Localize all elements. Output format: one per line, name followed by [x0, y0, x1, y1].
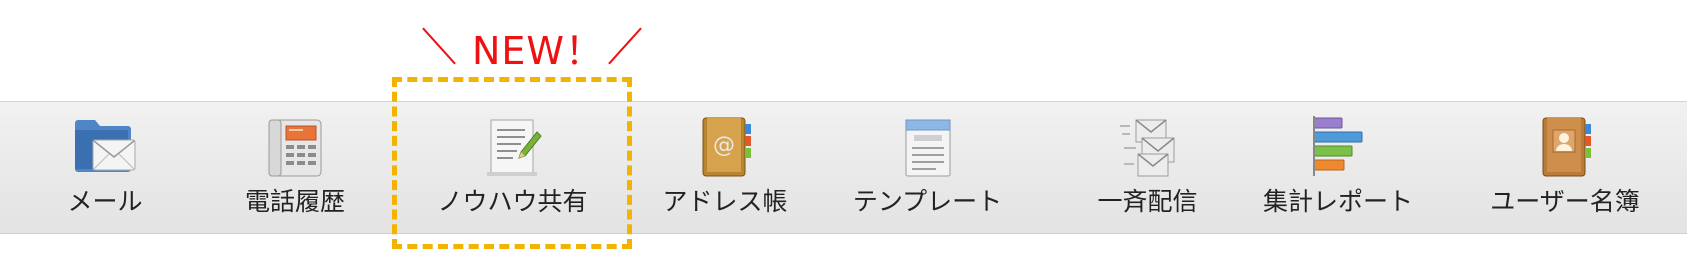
new-callout-text: NEW！	[472, 29, 605, 73]
svg-text:@: @	[713, 133, 735, 158]
toolbar-item-template[interactable]: テンプレート	[845, 102, 1010, 233]
toolbar-stage: NEW！ メール 電話履歴 ノウハウ共有 @ アドレス帳 テンプレート 一斉配信…	[0, 0, 1687, 253]
toolbar-item-label: メール	[67, 187, 143, 216]
bar-report-icon	[1313, 116, 1363, 176]
toolbar-item-label: ユーザー名簿	[1490, 187, 1640, 216]
callout-left-slash	[422, 27, 456, 65]
toolbar-item-user-directory[interactable]: ユーザー名簿	[1480, 102, 1650, 233]
toolbar-item-broadcast[interactable]: 一斉配信	[1085, 102, 1210, 233]
toolbar-item-report[interactable]: 集計レポート	[1258, 102, 1418, 233]
toolbar-item-label: 一斉配信	[1097, 187, 1198, 216]
mail-folder-icon	[75, 120, 136, 172]
toolbar-item-label: アドレス帳	[662, 187, 788, 216]
toolbar-item-mail[interactable]: メール	[55, 102, 155, 233]
toolbar-item-address-book[interactable]: @ アドレス帳	[650, 102, 800, 233]
user-directory-icon	[1542, 117, 1591, 177]
toolbar-item-label: 集計レポート	[1262, 187, 1413, 216]
new-feature-highlight	[392, 77, 632, 249]
broadcast-mail-icon	[1119, 119, 1174, 177]
new-callout: NEW！	[410, 12, 650, 73]
toolbar-item-phone-history[interactable]: 電話履歴	[230, 102, 360, 233]
template-window-icon	[905, 119, 950, 177]
callout-right-slash	[608, 27, 642, 65]
address-book-icon: @	[702, 117, 751, 177]
phone-icon	[268, 119, 322, 177]
toolbar-item-label: テンプレート	[852, 187, 1003, 216]
main-toolbar: メール 電話履歴 ノウハウ共有 @ アドレス帳 テンプレート 一斉配信 集計レポ…	[0, 101, 1687, 234]
toolbar-item-label: 電話履歴	[244, 187, 345, 216]
